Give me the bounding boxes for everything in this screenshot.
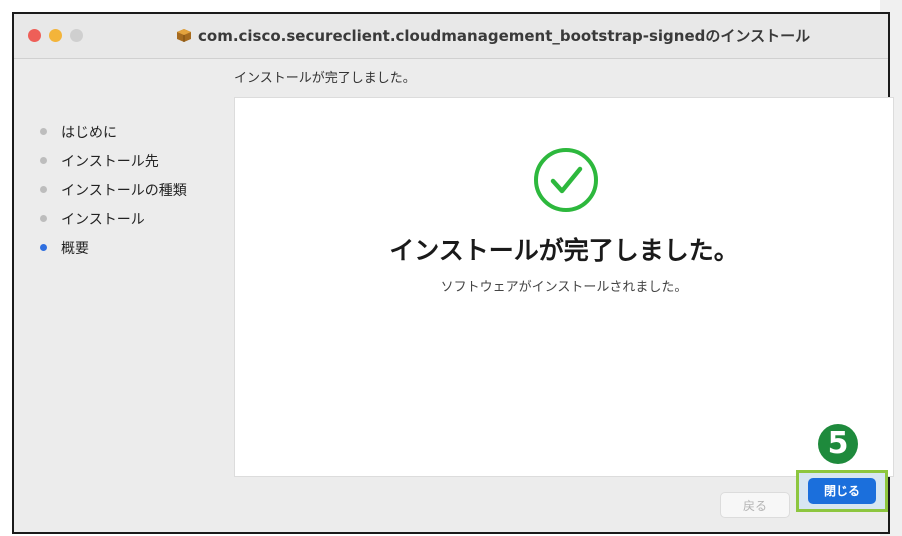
zoom-window-button[interactable] (70, 29, 83, 42)
step-label: インストール (61, 211, 145, 228)
installer-window: com.cisco.secureclient.cloudmanagement_b… (12, 12, 894, 534)
step-dot (40, 157, 47, 164)
step-dot (40, 186, 47, 193)
step-destination: インストール先 (40, 146, 220, 175)
title-bar[interactable]: com.cisco.secureclient.cloudmanagement_b… (14, 14, 888, 59)
step-dot (40, 215, 47, 222)
close-button[interactable]: 閉じる (808, 478, 876, 504)
back-button[interactable]: 戻る (720, 492, 790, 518)
minimize-window-button[interactable] (49, 29, 62, 42)
step-label: インストールの種類 (61, 182, 187, 199)
step-installation-type: インストールの種類 (40, 175, 220, 204)
window-title: com.cisco.secureclient.cloudmanagement_b… (198, 27, 811, 45)
step-number-badge: 5 (818, 424, 858, 464)
completion-subtitle: ソフトウェアがインストールされました。 (440, 280, 688, 295)
close-button-highlight: 閉じる (796, 470, 888, 512)
completion-title: インストールが完了しました。 (389, 236, 739, 265)
page-header: インストールが完了しました。 (234, 71, 416, 86)
step-dot-active (40, 244, 47, 251)
check-circle-icon (534, 148, 598, 212)
step-summary: 概要 (40, 233, 220, 262)
content-panel: インストールが完了しました。 ソフトウェアがインストールされました。 (234, 97, 894, 477)
step-label: 概要 (61, 240, 89, 257)
step-introduction: はじめに (40, 117, 220, 146)
step-dot (40, 128, 47, 135)
step-label: インストール先 (61, 153, 159, 170)
installer-steps: はじめに インストール先 インストールの種類 インストール 概要 (40, 117, 220, 262)
step-label: はじめに (61, 124, 117, 141)
close-window-button[interactable] (28, 29, 41, 42)
step-installation: インストール (40, 204, 220, 233)
package-icon (177, 29, 191, 42)
